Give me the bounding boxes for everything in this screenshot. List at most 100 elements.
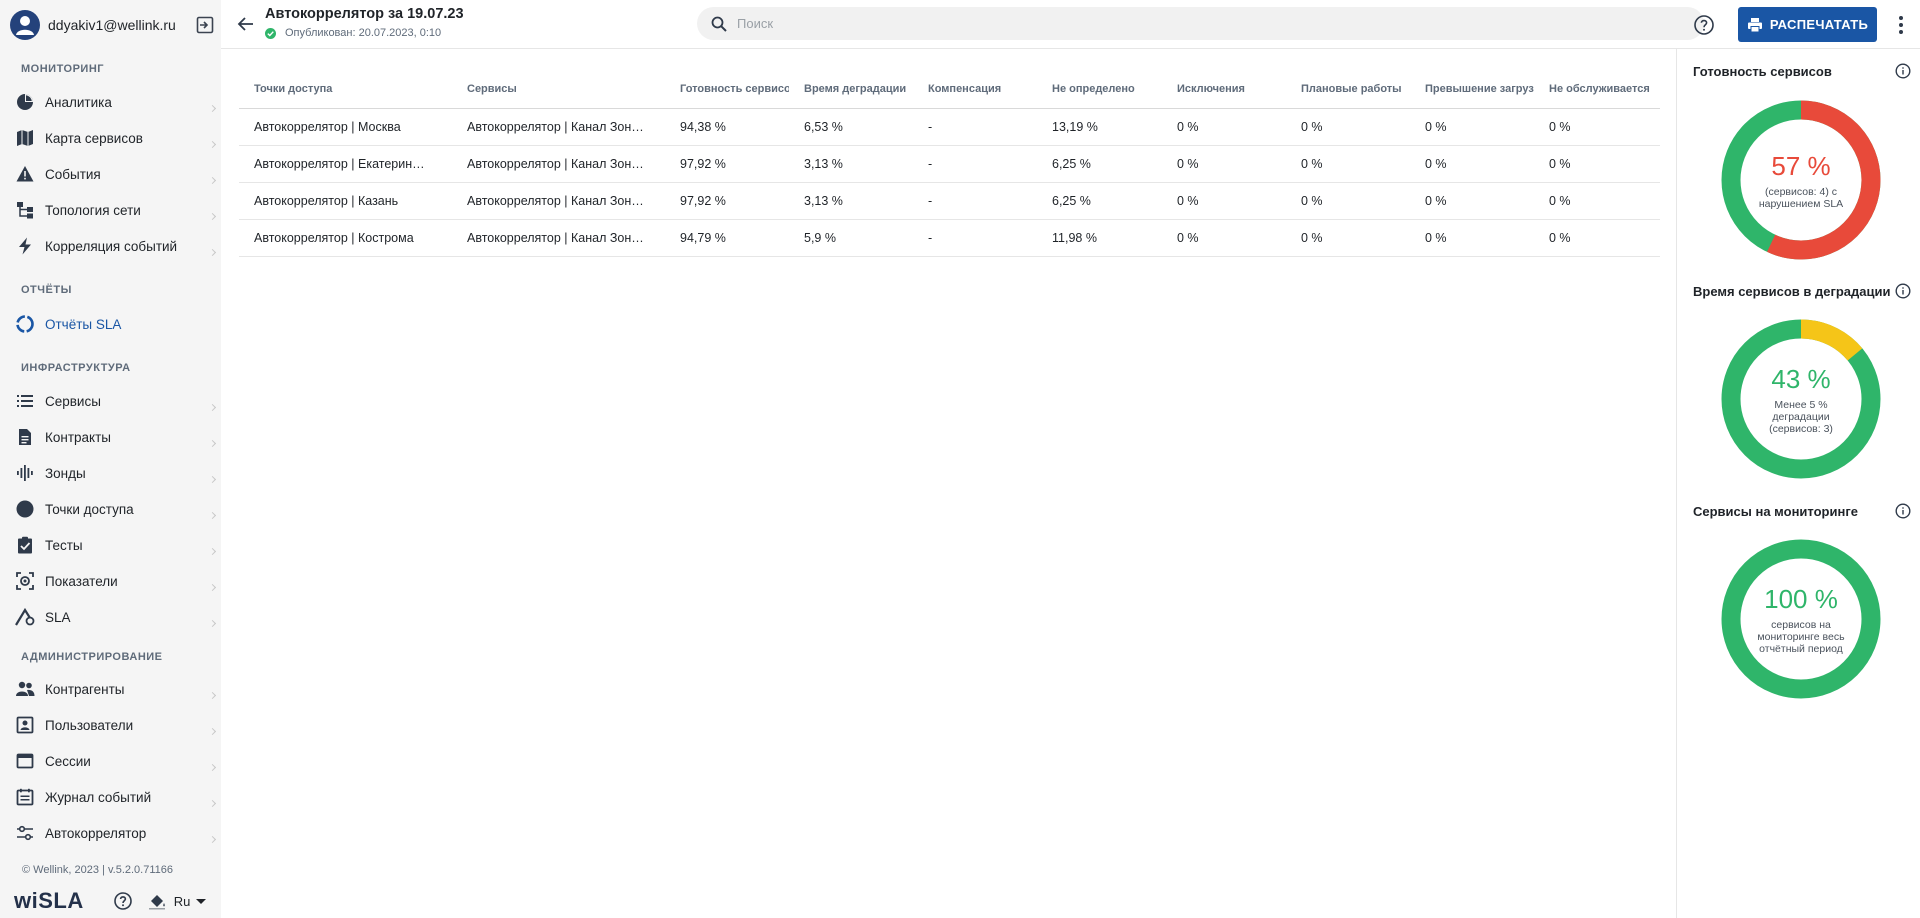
sidebar-item-label: Сервисы	[45, 393, 101, 409]
topology-icon	[15, 200, 35, 220]
sidebar-item-sla-reports[interactable]: Отчёты SLA	[0, 308, 221, 340]
metrics-icon	[15, 571, 35, 591]
chevron-icon	[208, 212, 217, 221]
column-header[interactable]: Компенсация	[913, 70, 1037, 109]
sidebar-item-metrics[interactable]: Показатели	[0, 565, 221, 597]
bolt-icon	[15, 236, 35, 256]
table-row[interactable]: Автокоррелятор | Москва Автокоррелятор | …	[239, 108, 1660, 146]
donut-label: 57 % (сервисов: 4) с нарушением SLA	[1721, 100, 1881, 260]
column-header[interactable]: Превышение загрузки	[1410, 70, 1534, 109]
sidebar-item-label: Пользователи	[45, 717, 134, 733]
wisla-logo: wiSLA	[14, 888, 84, 913]
sidebar-item-sla[interactable]: SLA	[0, 601, 221, 633]
table-cell: 3,13 %	[789, 182, 913, 220]
table-cell: 0 %	[1410, 108, 1534, 146]
sidebar-item-analytics[interactable]: Аналитика	[0, 86, 221, 118]
user-row[interactable]: ddyakiv1@wellink.ru	[10, 10, 215, 40]
window-icon	[15, 751, 35, 771]
help-icon[interactable]	[1693, 14, 1715, 36]
page-title: Автокоррелятор за 19.07.23	[265, 6, 464, 22]
table-cell: Автокоррелятор | Екатерин…	[239, 145, 452, 183]
sla-icon	[15, 607, 35, 627]
sidebar-bottom-bar: wiSLA Ru	[14, 888, 214, 914]
header: Автокоррелятор за 19.07.23 Опубликован: …	[221, 0, 1920, 49]
search-bar[interactable]	[697, 7, 1704, 40]
column-header[interactable]: Не определено	[1037, 70, 1162, 109]
sidebar-item-label: Контрагенты	[45, 681, 125, 697]
column-header[interactable]: Исключения	[1162, 70, 1286, 109]
monitoring-donut: 100 % сервисов на мониторинге весь отчёт…	[1721, 539, 1881, 699]
language-select[interactable]: Ru	[174, 894, 191, 909]
table-cell: 0 %	[1534, 145, 1660, 183]
user-email: ddyakiv1@wellink.ru	[48, 17, 176, 33]
avatar-icon[interactable]	[10, 10, 40, 40]
section-title-monitoring: МОНИТОРИНГ	[21, 63, 104, 75]
sidebar-item-services[interactable]: Сервисы	[0, 385, 221, 417]
table-row[interactable]: Автокоррелятор | Екатерин… Автокоррелятор…	[239, 145, 1660, 183]
sidebar-item-label: События	[45, 166, 101, 182]
circle-icon	[15, 499, 35, 519]
sidebar-item-event-log[interactable]: Журнал событий	[0, 781, 221, 813]
table-cell: 6,25 %	[1037, 182, 1162, 220]
table-cell: -	[913, 182, 1037, 220]
info-icon[interactable]	[1895, 63, 1911, 79]
table-cell: 0 %	[1162, 182, 1286, 220]
table-cell: 0 %	[1410, 145, 1534, 183]
card-title-monitoring: Сервисы на мониторинге	[1693, 504, 1858, 519]
sidebar-item-counterparties[interactable]: Контрагенты	[0, 673, 221, 705]
sidebar-item-contracts[interactable]: Контракты	[0, 421, 221, 453]
sidebar-item-users[interactable]: Пользователи	[0, 709, 221, 741]
table-header-row: Точки доступа Сервисы Готовность сервисо…	[239, 70, 1660, 109]
info-icon[interactable]	[1895, 503, 1911, 519]
sidebar-item-topology[interactable]: Топология сети	[0, 194, 221, 226]
sidebar-item-tests[interactable]: Тесты	[0, 529, 221, 561]
paint-bucket-icon[interactable]	[148, 892, 166, 910]
help-icon[interactable]	[113, 892, 132, 910]
sidebar-item-autocorrelator[interactable]: Автокоррелятор	[0, 817, 221, 849]
info-icon[interactable]	[1895, 283, 1911, 299]
sidebar-item-correlation[interactable]: Корреляция событий	[0, 230, 221, 262]
check-circle-icon	[265, 27, 276, 39]
sidebar-item-access-points[interactable]: Точки доступа	[0, 493, 221, 525]
section-title-administration: АДМИНИСТРИРОВАНИЕ	[21, 651, 163, 663]
column-header[interactable]: Не обслуживается	[1534, 70, 1660, 109]
caret-down-icon[interactable]	[196, 898, 207, 904]
sidebar-item-label: Автокоррелятор	[45, 825, 147, 841]
user-card-icon	[15, 715, 35, 735]
column-header[interactable]: Время деградации	[789, 70, 913, 109]
table-cell: Автокоррелятор | Канал Зон…	[452, 182, 665, 220]
printer-icon	[1747, 17, 1762, 32]
print-button[interactable]: РАСПЕЧАТАТЬ	[1738, 7, 1877, 42]
sidebar-item-service-map[interactable]: Карта сервисов	[0, 122, 221, 154]
availability-donut: 57 % (сервисов: 4) с нарушением SLA	[1721, 100, 1881, 260]
table-cell: 0 %	[1286, 145, 1410, 183]
donut-percent: 100 %	[1764, 583, 1838, 614]
column-header[interactable]: Плановые работы	[1286, 70, 1410, 109]
column-header[interactable]: Точки доступа	[239, 70, 452, 109]
chevron-icon	[208, 727, 217, 736]
table-cell: 0 %	[1162, 219, 1286, 257]
sidebar-item-events[interactable]: События	[0, 158, 221, 190]
column-header[interactable]: Готовность сервисов	[665, 70, 789, 109]
chevron-icon	[208, 583, 217, 592]
chevron-icon	[208, 799, 217, 808]
column-header[interactable]: Сервисы	[452, 70, 665, 109]
more-vertical-icon[interactable]	[1891, 14, 1911, 36]
sidebar-item-label: Журнал событий	[45, 789, 152, 805]
table-row[interactable]: Автокоррелятор | Кострома Автокоррелятор …	[239, 219, 1660, 257]
donut-subtitle: (сервисов: 4) с нарушением SLA	[1758, 185, 1844, 210]
card-title-degradation: Время сервисов в деградации	[1693, 284, 1891, 299]
sidebar-item-label: Отчёты SLA	[45, 316, 122, 332]
table-row[interactable]: Автокоррелятор | Казань Автокоррелятор | …	[239, 182, 1660, 220]
logout-icon[interactable]	[195, 15, 215, 35]
sidebar-item-probes[interactable]: Зонды	[0, 457, 221, 489]
chevron-icon	[208, 547, 217, 556]
sidebar-item-label: Корреляция событий	[45, 238, 178, 254]
summary-panel: Готовность сервисов 57 % (сервисов: 4) с…	[1676, 49, 1920, 918]
search-input[interactable]	[737, 16, 1637, 31]
back-arrow-icon[interactable]	[235, 13, 257, 35]
sidebar-item-sessions[interactable]: Сессии	[0, 745, 221, 777]
sidebar-item-label: Топология сети	[45, 202, 141, 218]
table-cell: Автокоррелятор | Москва	[239, 108, 452, 146]
sidebar-item-label: Сессии	[45, 753, 91, 769]
